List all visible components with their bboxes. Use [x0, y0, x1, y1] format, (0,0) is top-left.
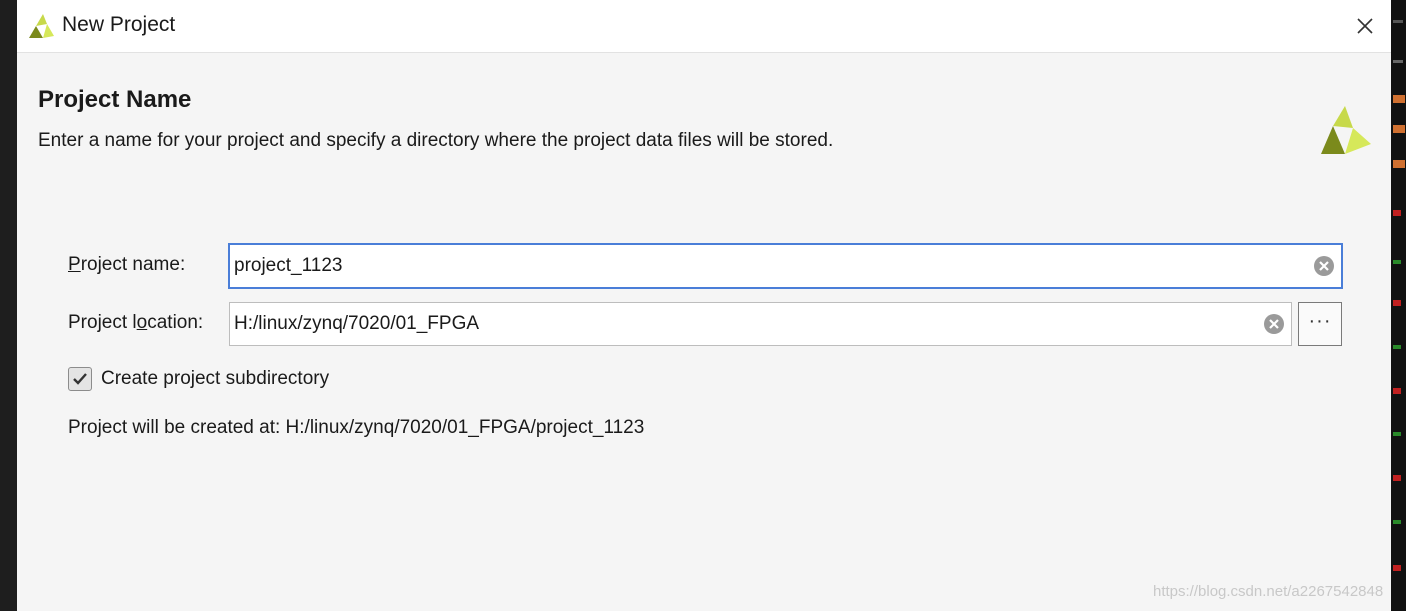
project-name-input[interactable] [234, 245, 1299, 287]
xilinx-logo-icon [29, 14, 54, 38]
close-icon [1357, 18, 1373, 34]
project-path-preview: Project will be created at: H:/linux/zyn… [68, 417, 644, 439]
project-path-prefix: Project will be created at: [68, 417, 286, 438]
project-location-input[interactable] [234, 303, 1249, 345]
window-title: New Project [62, 13, 176, 36]
project-location-label: Project location: [68, 312, 204, 333]
page-description: Enter a name for your project and specif… [38, 130, 834, 151]
checkmark-icon [73, 373, 87, 385]
close-button[interactable] [1349, 8, 1381, 44]
project-name-field[interactable] [228, 243, 1343, 289]
clear-icon[interactable] [1263, 313, 1285, 335]
watermark-text: https://blog.csdn.net/a2267542848 [1153, 583, 1384, 600]
project-location-field[interactable] [229, 302, 1292, 346]
xilinx-logo-icon [1321, 106, 1371, 154]
new-project-dialog: New Project Project Name Enter a name fo… [17, 0, 1391, 611]
create-subdirectory-label[interactable]: Create project subdirectory [101, 368, 329, 390]
title-bar: New Project [17, 0, 1391, 53]
create-subdirectory-checkbox[interactable] [68, 367, 92, 391]
background-window-edge [1391, 0, 1406, 611]
clear-icon[interactable] [1313, 255, 1335, 277]
project-name-label: Project name: [68, 254, 186, 275]
page-title: Project Name [38, 86, 192, 113]
browse-button[interactable]: ··· [1298, 302, 1342, 346]
project-path-value: H:/linux/zynq/7020/01_FPGA/project_1123 [285, 417, 645, 438]
